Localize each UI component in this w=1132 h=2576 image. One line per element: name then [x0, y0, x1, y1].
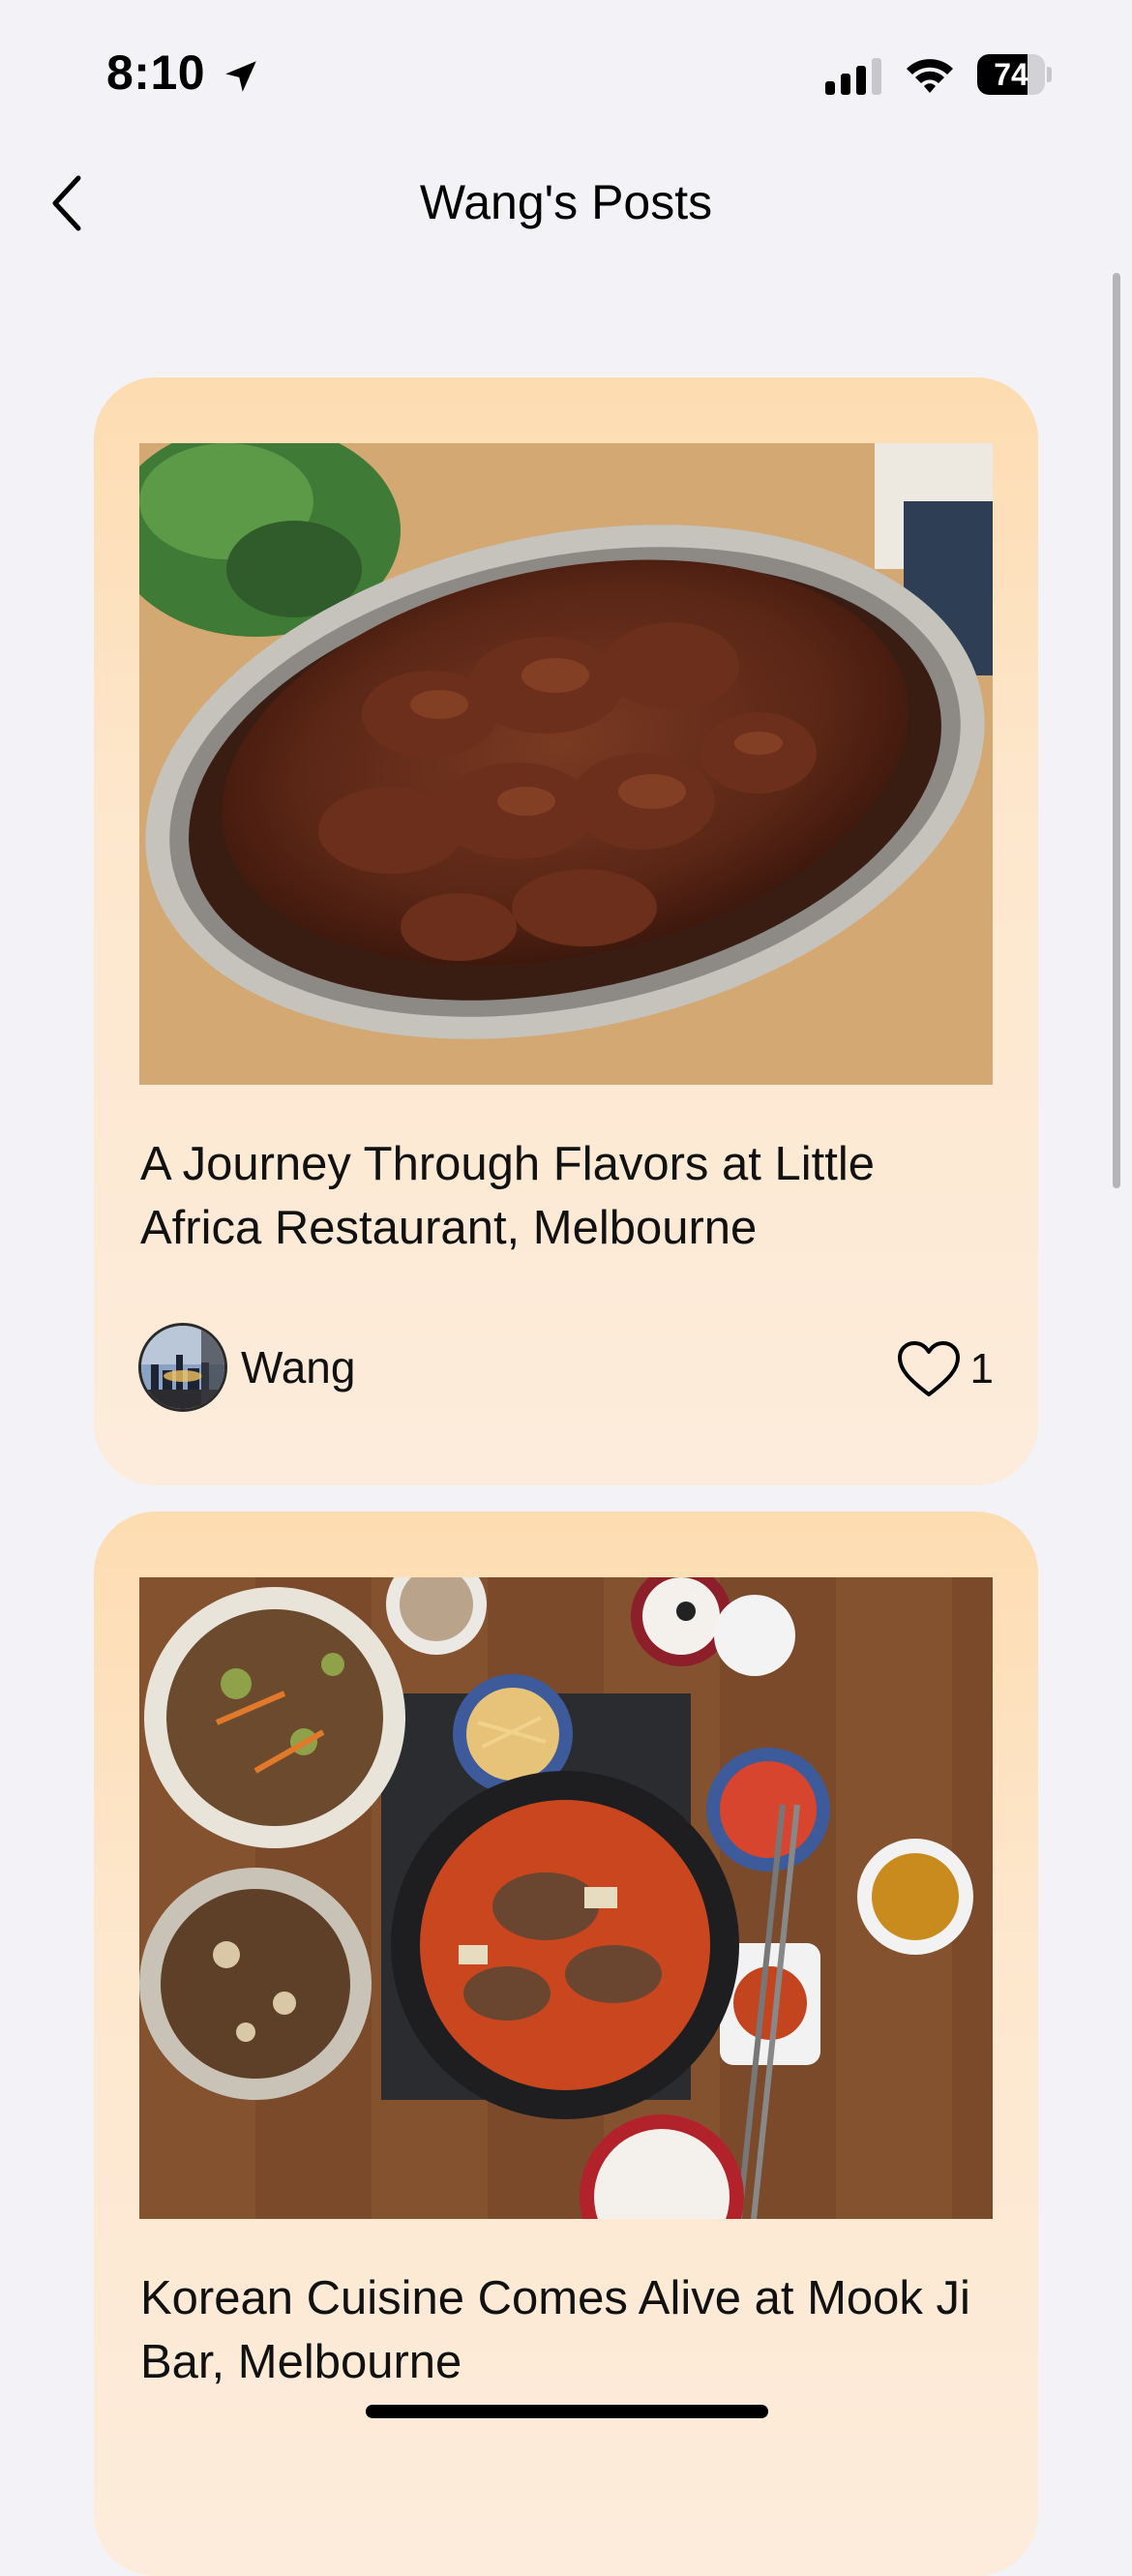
post-title[interactable]: A Journey Through Flavors at Little Afri… — [140, 1132, 992, 1260]
like-button[interactable]: 1 — [897, 1331, 994, 1408]
post-author[interactable]: Wang — [138, 1321, 355, 1414]
home-indicator[interactable] — [366, 2405, 768, 2418]
like-count: 1 — [969, 1345, 994, 1393]
author-name[interactable]: Wang — [241, 1341, 355, 1393]
heart-outline-icon — [897, 1341, 960, 1396]
korean-table-spread-photo[interactable] — [139, 1577, 993, 2219]
post-feed: A Journey Through Flavors at Little Afri… — [0, 0, 1132, 2576]
post-title[interactable]: Korean Cuisine Comes Alive at Mook Ji Ba… — [140, 2266, 992, 2394]
avatar[interactable] — [138, 1323, 227, 1412]
braised-beef-platter-photo[interactable] — [139, 443, 993, 1085]
post-card[interactable]: A Journey Through Flavors at Little Afri… — [94, 377, 1038, 1485]
